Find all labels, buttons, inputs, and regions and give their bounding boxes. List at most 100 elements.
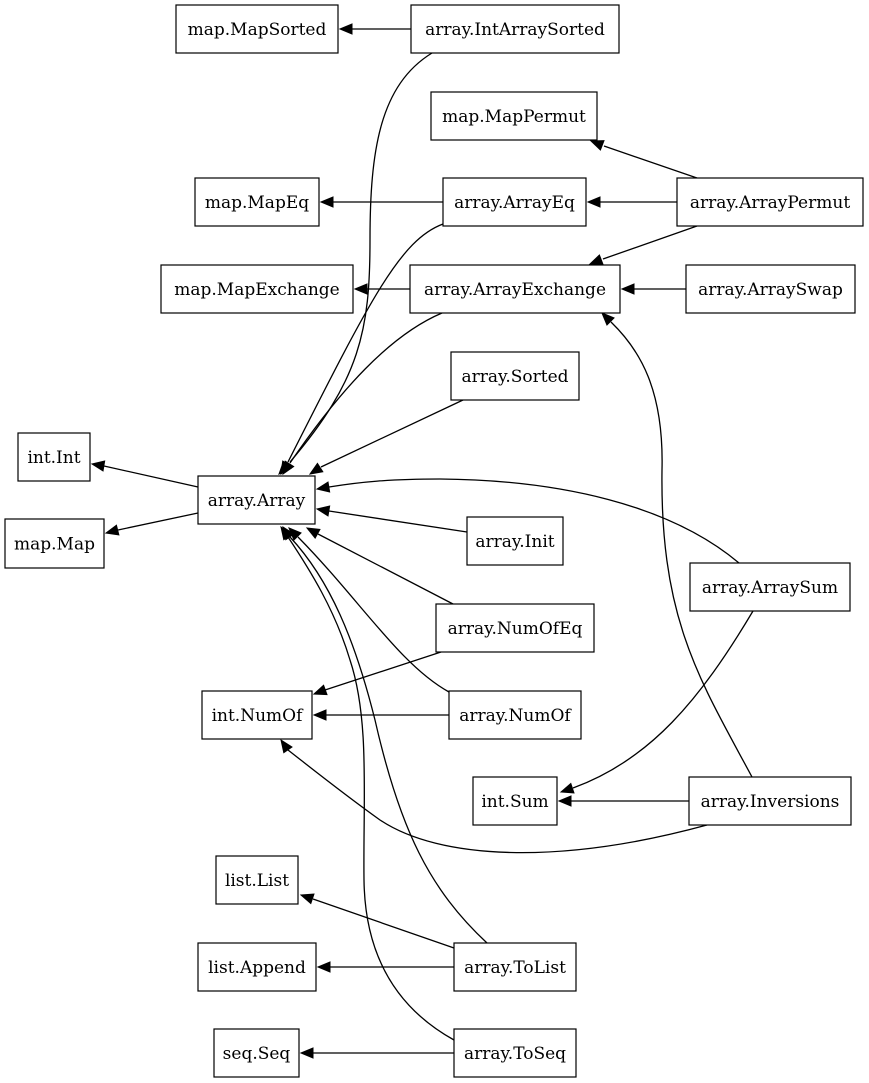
edge-array-numof-to-array-array [288, 527, 450, 693]
nodes-layer: map.MapSorted array.IntArraySorted map.Map… [4, 4, 864, 1078]
node-map-mapsorted[interactable]: map.MapSorted [175, 4, 339, 54]
edge-line [103, 465, 199, 488]
node-array-sorted[interactable]: array.Sorted [450, 351, 580, 401]
node-label: array.ArraySwap [698, 280, 843, 300]
node-array-inversions[interactable]: array.Inversions [688, 776, 852, 826]
arrowhead-icon [104, 524, 120, 536]
arrowhead-icon [586, 196, 601, 208]
node-label: array.ArrayExchange [424, 280, 606, 300]
edge-line [320, 399, 464, 468]
node-label: seq.Seq [223, 1044, 291, 1064]
arrowhead-icon [620, 283, 635, 295]
node-map-map[interactable]: map.Map [4, 518, 105, 569]
node-array-array[interactable]: array.Array [197, 475, 316, 525]
node-label: int.NumOf [212, 706, 305, 726]
edge-line [572, 610, 754, 789]
node-array-arrayeq[interactable]: array.ArrayEq [442, 177, 587, 227]
node-array-tolist[interactable]: array.ToList [453, 942, 577, 992]
node-array-intarraysorted[interactable]: array.IntArraySorted [410, 4, 620, 54]
node-int-sum[interactable]: int.Sum [472, 776, 558, 826]
node-seq-seq[interactable]: seq.Seq [213, 1028, 300, 1078]
node-label: int.Sum [481, 792, 548, 812]
edge-array-sorted-to-array-array [308, 399, 464, 475]
arrowhead-icon [312, 684, 328, 696]
edge-array-array-to-int-int [90, 460, 199, 488]
arrowhead-icon [308, 462, 324, 475]
node-map-mapeq[interactable]: map.MapEq [194, 177, 320, 227]
edge-line [289, 536, 488, 944]
node-label: array.Init [475, 532, 554, 552]
edge-line [602, 225, 698, 260]
node-label: array.ToSeq [464, 1044, 566, 1064]
edge-array-tolist-to-list-append [316, 961, 454, 973]
node-array-arrayexchange[interactable]: array.ArrayExchange [409, 264, 621, 314]
arrowhead-icon [280, 738, 293, 754]
node-array-toseq[interactable]: array.ToSeq [453, 1028, 577, 1078]
edge-line [289, 312, 443, 464]
edge-array-init-to-array-array [315, 505, 468, 533]
node-label: array.Sorted [461, 367, 568, 387]
node-label: map.MapEq [205, 193, 309, 213]
node-label: array.IntArraySorted [425, 20, 605, 40]
node-array-numofeq[interactable]: array.NumOfEq [435, 603, 595, 653]
node-label: array.NumOfEq [448, 619, 583, 639]
arrowhead-icon [299, 1047, 314, 1059]
dependency-graph: map.MapSorted array.IntArraySorted map.Map… [4, 4, 864, 1078]
node-label: list.Append [208, 958, 306, 978]
edge-array-arrayexchange-to-array-array [282, 312, 443, 476]
arrowhead-icon [305, 527, 321, 540]
edges-layer [90, 23, 754, 1059]
node-label: map.MapSorted [188, 20, 327, 40]
arrowhead-icon [315, 481, 331, 493]
node-label: map.MapPermut [442, 107, 586, 127]
edge-array-numof-to-int-numof [312, 709, 449, 721]
node-label: list.List [225, 871, 289, 891]
edge-line [328, 510, 468, 533]
node-label: array.ArrayPermut [690, 193, 850, 213]
node-list-list[interactable]: list.List [215, 855, 299, 905]
node-array-arraypermut[interactable]: array.ArrayPermut [676, 177, 864, 227]
node-list-append[interactable]: list.Append [197, 942, 317, 992]
node-map-mapexchange[interactable]: map.MapExchange [160, 264, 354, 314]
edge-array-arrayeq-to-array-array [280, 223, 444, 476]
edge-line [324, 651, 442, 691]
node-label: array.Array [208, 491, 306, 511]
node-array-arrayswap[interactable]: array.ArraySwap [685, 264, 856, 314]
node-array-init[interactable]: array.Init [466, 516, 564, 566]
edge-array-arraypermut-to-array-arrayeq [586, 196, 677, 208]
node-int-int[interactable]: int.Int [17, 432, 91, 482]
arrowhead-icon [588, 254, 604, 265]
arrowhead-icon [319, 196, 334, 208]
edge-array-array-to-map-map [104, 512, 199, 536]
edge-line [603, 145, 698, 179]
node-label: array.Inversions [701, 792, 840, 812]
node-label: array.ToList [464, 958, 566, 978]
arrowhead-icon [90, 460, 106, 472]
edge-line [317, 533, 454, 605]
edge-array-arraypermut-to-array-arrayexchange [588, 225, 698, 265]
node-label: array.ArrayEq [454, 193, 575, 213]
edge-array-arraypermut-to-map-mappermut [589, 140, 698, 179]
node-label: int.Int [27, 448, 80, 468]
edge-array-intarraysorted-to-array-array [278, 52, 433, 475]
node-array-numof[interactable]: array.NumOf [448, 690, 582, 740]
node-map-mappermut[interactable]: map.MapPermut [430, 91, 598, 141]
node-int-numof[interactable]: int.NumOf [201, 690, 313, 740]
arrowhead-icon [589, 140, 605, 151]
node-label: map.MapExchange [174, 280, 339, 300]
edge-line [610, 321, 753, 778]
node-label: array.NumOf [459, 706, 572, 726]
edge-array-arrayeq-to-map-mapeq [319, 196, 443, 208]
arrowhead-icon [338, 23, 353, 35]
edge-line [312, 898, 455, 949]
node-label: array.ArraySum [702, 578, 838, 598]
arrowhead-icon [315, 505, 331, 517]
arrowhead-icon [282, 460, 295, 476]
arrowhead-icon [316, 961, 331, 973]
arrowhead-icon [559, 782, 575, 794]
arrowhead-icon [353, 283, 368, 295]
node-label: map.Map [14, 535, 95, 555]
edge-array-intarraysorted-to-map-mapsorted [338, 23, 411, 35]
edge-array-arrayswap-to-array-arrayexchange [620, 283, 686, 295]
node-array-arraysum[interactable]: array.ArraySum [689, 562, 851, 612]
